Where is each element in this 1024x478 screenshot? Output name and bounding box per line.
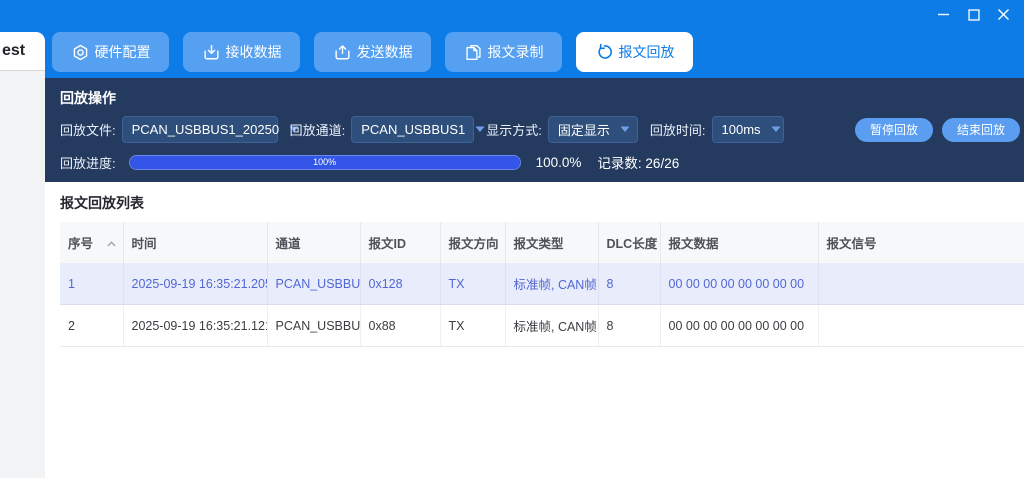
progress-label: 回放进度: bbox=[60, 153, 116, 172]
nav-tab-bar: 硬件配置 接收数据 发送数据 报文录制 报文回放 bbox=[52, 32, 693, 72]
hardware-config-icon bbox=[71, 43, 90, 62]
tab-send-data[interactable]: 发送数据 bbox=[314, 32, 431, 72]
progress-percent: 100.0% bbox=[536, 155, 582, 170]
table-header-row: 序号 时间 通道 报文ID 报文方向 报文类型 DLC长度 报文数据 报文信号 bbox=[60, 222, 1024, 263]
tab-receive-data[interactable]: 接收数据 bbox=[183, 32, 300, 72]
cell-dlc: 8 bbox=[598, 263, 660, 305]
maximize-icon bbox=[968, 9, 980, 21]
table-row[interactable]: 2 2025-09-19 16:35:21.121 PCAN_USBBUS1 0… bbox=[60, 305, 1024, 347]
cell-data: 00 00 00 00 00 00 00 00 bbox=[660, 305, 818, 347]
tab-label: 发送数据 bbox=[357, 42, 413, 62]
tab-label: 报文回放 bbox=[619, 42, 675, 62]
sort-ascending-icon[interactable] bbox=[107, 236, 116, 250]
column-header-msg-type[interactable]: 报文类型 bbox=[505, 222, 598, 263]
tab-label: 接收数据 bbox=[226, 42, 282, 62]
maximize-button[interactable] bbox=[967, 8, 980, 21]
panel-title: 回放操作 bbox=[60, 88, 1024, 108]
sidebar-tab-test[interactable]: est bbox=[0, 32, 45, 70]
close-icon bbox=[997, 8, 1010, 21]
column-header-index[interactable]: 序号 bbox=[60, 222, 123, 263]
pause-replay-button[interactable]: 暂停回放 bbox=[855, 118, 933, 142]
replay-time-label: 回放时间: bbox=[650, 120, 706, 139]
replay-channel-label: 回放通道: bbox=[290, 120, 346, 139]
column-header-time[interactable]: 时间 bbox=[123, 222, 267, 263]
replay-list-section: 报文回放列表 序号 时间 通道 报文ID 报文方向 报文类型 DLC长度 报文数… bbox=[45, 182, 1024, 478]
tab-label: 报文录制 bbox=[488, 42, 544, 62]
tab-message-record[interactable]: 报文录制 bbox=[445, 32, 562, 72]
cell-index: 1 bbox=[60, 263, 123, 305]
progress-bar-text: 100% bbox=[313, 157, 336, 167]
window-controls bbox=[937, 8, 1010, 21]
replay-operation-panel: 回放操作 回放文件: PCAN_USBBUS1_20250 回放通道: PCAN… bbox=[45, 78, 1024, 182]
cell-data: 00 00 00 00 00 00 00 00 bbox=[660, 263, 818, 305]
cell-dlc: 8 bbox=[598, 305, 660, 347]
sidebar-body bbox=[0, 70, 45, 478]
replay-file-value: PCAN_USBBUS1_20250 bbox=[132, 122, 279, 137]
cell-direction: TX bbox=[440, 305, 505, 347]
chevron-down-icon bbox=[475, 126, 485, 133]
display-mode-dropdown[interactable]: 固定显示 bbox=[548, 116, 638, 143]
replay-controls-row: 回放文件: PCAN_USBBUS1_20250 回放通道: PCAN_USBB… bbox=[60, 116, 1020, 143]
cell-msg-id: 0x88 bbox=[360, 305, 440, 347]
cell-index: 2 bbox=[60, 305, 123, 347]
display-mode-label: 显示方式: bbox=[486, 120, 542, 139]
left-sidebar-cutoff: est bbox=[0, 32, 45, 478]
message-replay-icon bbox=[595, 43, 614, 62]
cell-time: 2025-09-19 16:35:21.205 bbox=[123, 263, 267, 305]
message-record-icon bbox=[464, 43, 483, 62]
app-window: 硬件配置 接收数据 发送数据 报文录制 报文回放 bbox=[0, 0, 1024, 478]
cell-channel: PCAN_USBBUS1 bbox=[267, 305, 360, 347]
replay-list-title: 报文回放列表 bbox=[60, 193, 1024, 213]
replay-time-value: 100ms bbox=[722, 122, 761, 137]
chevron-down-icon bbox=[620, 126, 630, 133]
close-button[interactable] bbox=[997, 8, 1010, 21]
column-header-msg-id[interactable]: 报文ID bbox=[360, 222, 440, 263]
cell-signal bbox=[818, 305, 1024, 347]
tab-hardware-config[interactable]: 硬件配置 bbox=[52, 32, 169, 72]
cell-msg-type: 标准帧, CAN帧 bbox=[505, 305, 598, 347]
replay-channel-dropdown[interactable]: PCAN_USBBUS1 bbox=[351, 116, 474, 143]
replay-time-dropdown[interactable]: 100ms bbox=[712, 116, 784, 143]
cell-msg-id: 0x128 bbox=[360, 263, 440, 305]
replay-action-buttons: 暂停回放 结束回放 bbox=[855, 118, 1020, 142]
minimize-button[interactable] bbox=[937, 8, 950, 21]
column-header-direction[interactable]: 报文方向 bbox=[440, 222, 505, 263]
chevron-down-icon bbox=[771, 126, 781, 133]
record-count: 记录数: 26/26 bbox=[597, 152, 679, 172]
column-header-signal[interactable]: 报文信号 bbox=[818, 222, 1024, 263]
stop-replay-button[interactable]: 结束回放 bbox=[942, 118, 1020, 142]
column-header-data[interactable]: 报文数据 bbox=[660, 222, 818, 263]
sidebar-tab-label: est bbox=[2, 42, 25, 60]
progress-bar-fill: 100% bbox=[130, 156, 520, 169]
cell-signal bbox=[818, 263, 1024, 305]
tab-message-replay[interactable]: 报文回放 bbox=[576, 32, 693, 72]
minimize-icon bbox=[937, 8, 950, 21]
table-row-selected[interactable]: 1 2025-09-19 16:35:21.205 PCAN_USBBUS1 0… bbox=[60, 263, 1024, 305]
cell-time: 2025-09-19 16:35:21.121 bbox=[123, 305, 267, 347]
progress-bar: 100% bbox=[129, 155, 521, 170]
cell-msg-type: 标准帧, CAN帧 bbox=[505, 263, 598, 305]
replay-progress-row: 回放进度: 100% 100.0% 记录数: 26/26 bbox=[60, 152, 1024, 172]
replay-message-table: 序号 时间 通道 报文ID 报文方向 报文类型 DLC长度 报文数据 报文信号 … bbox=[60, 222, 1024, 347]
column-header-channel[interactable]: 通道 bbox=[267, 222, 360, 263]
cell-direction: TX bbox=[440, 263, 505, 305]
send-data-icon bbox=[333, 43, 352, 62]
column-header-dlc[interactable]: DLC长度 bbox=[598, 222, 660, 263]
tab-label: 硬件配置 bbox=[95, 42, 151, 62]
cell-channel: PCAN_USBBUS1 bbox=[267, 263, 360, 305]
replay-channel-value: PCAN_USBBUS1 bbox=[361, 122, 465, 137]
replay-file-label: 回放文件: bbox=[60, 120, 116, 139]
receive-data-icon bbox=[202, 43, 221, 62]
display-mode-value: 固定显示 bbox=[558, 120, 610, 139]
replay-file-dropdown[interactable]: PCAN_USBBUS1_20250 bbox=[122, 116, 278, 143]
